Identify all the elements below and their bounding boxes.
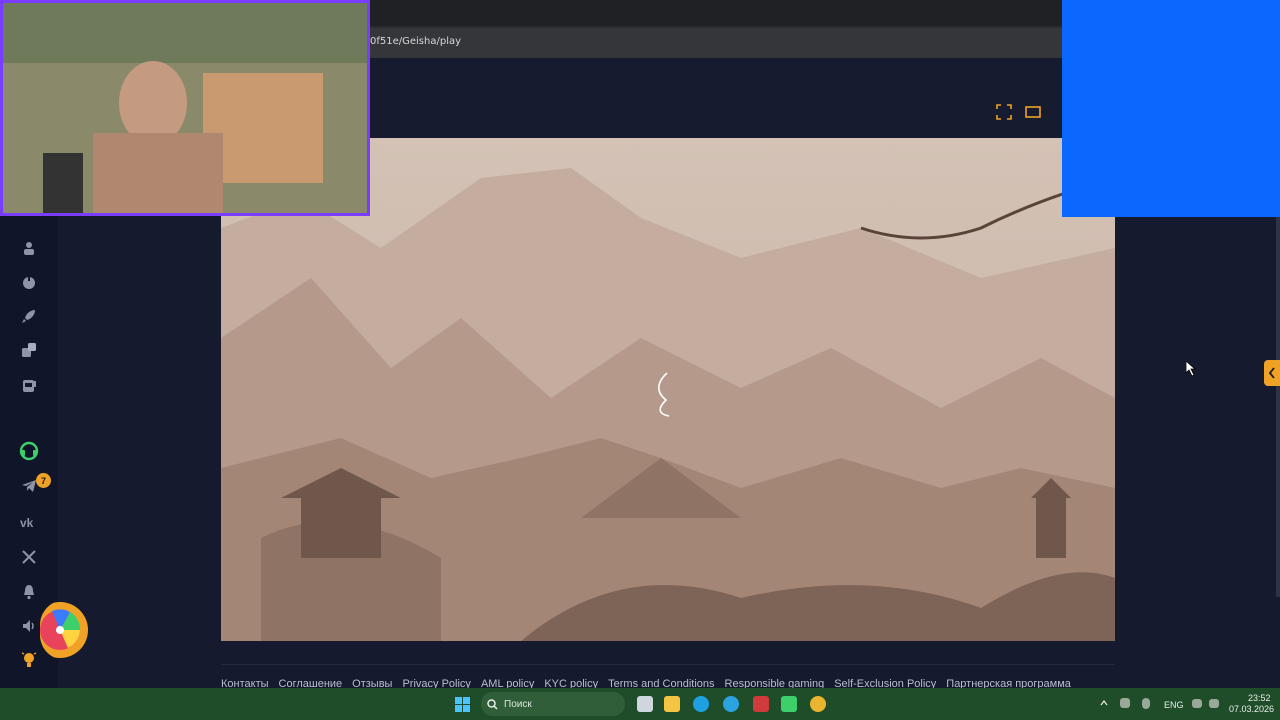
clock-date[interactable]: 07.03.2026 — [1229, 704, 1274, 714]
overlay-blue-panel — [1062, 0, 1280, 217]
page-scrollbar[interactable] — [1276, 217, 1280, 597]
search-icon — [487, 698, 498, 710]
streamer-webcam — [0, 0, 370, 216]
obs-icon[interactable] — [781, 696, 797, 712]
sound-icon[interactable] — [19, 616, 39, 636]
chrome-icon[interactable] — [810, 696, 826, 712]
windows-start-icon[interactable] — [455, 697, 470, 712]
people-icon[interactable] — [19, 238, 39, 258]
svg-text:vk: vk — [20, 516, 34, 528]
theater-mode-icon[interactable] — [1025, 104, 1041, 120]
url-text[interactable]: 0f51e/Geisha/play — [370, 36, 461, 47]
clock-time[interactable]: 23:52 — [1248, 693, 1271, 703]
slot-machine-icon[interactable] — [19, 375, 39, 395]
x-icon[interactable] — [19, 547, 39, 567]
windows-taskbar: Поиск ENG 23:52 07.03.2026 — [0, 688, 1280, 720]
joystick-icon[interactable] — [19, 272, 39, 292]
chevron-left-icon — [1268, 367, 1275, 379]
rocket-icon[interactable] — [19, 306, 39, 326]
taskbar-search[interactable]: Поиск — [481, 692, 625, 716]
chat-toggle-tab[interactable] — [1264, 360, 1280, 386]
dice-icon[interactable] — [19, 340, 39, 360]
vk-icon[interactable]: vk — [19, 512, 39, 532]
task-view-icon[interactable] — [637, 696, 653, 712]
telegram-app-icon[interactable] — [723, 696, 739, 712]
telegram-badge: 7 — [36, 473, 51, 488]
network-tray-icon[interactable] — [1120, 698, 1130, 708]
footer-divider — [221, 664, 1115, 665]
language-indicator[interactable]: ENG — [1164, 700, 1184, 710]
microphone-tray-icon[interactable] — [1142, 698, 1150, 709]
support-headset-icon[interactable] — [19, 441, 39, 461]
fortune-wheel-widget[interactable] — [40, 600, 90, 660]
search-placeholder: Поиск — [504, 698, 532, 710]
file-explorer-icon[interactable] — [664, 696, 680, 712]
chevron-up-icon[interactable] — [1100, 700, 1108, 706]
app-x-icon[interactable] — [753, 696, 769, 712]
display-tray-icon[interactable] — [1192, 699, 1202, 708]
bell-icon[interactable] — [19, 582, 39, 602]
volume-tray-icon[interactable] — [1209, 699, 1219, 708]
fullscreen-icon[interactable] — [996, 104, 1012, 120]
mouse-cursor-icon — [1186, 361, 1196, 377]
lightbulb-icon[interactable] — [19, 650, 39, 670]
edge-icon[interactable] — [693, 696, 709, 712]
